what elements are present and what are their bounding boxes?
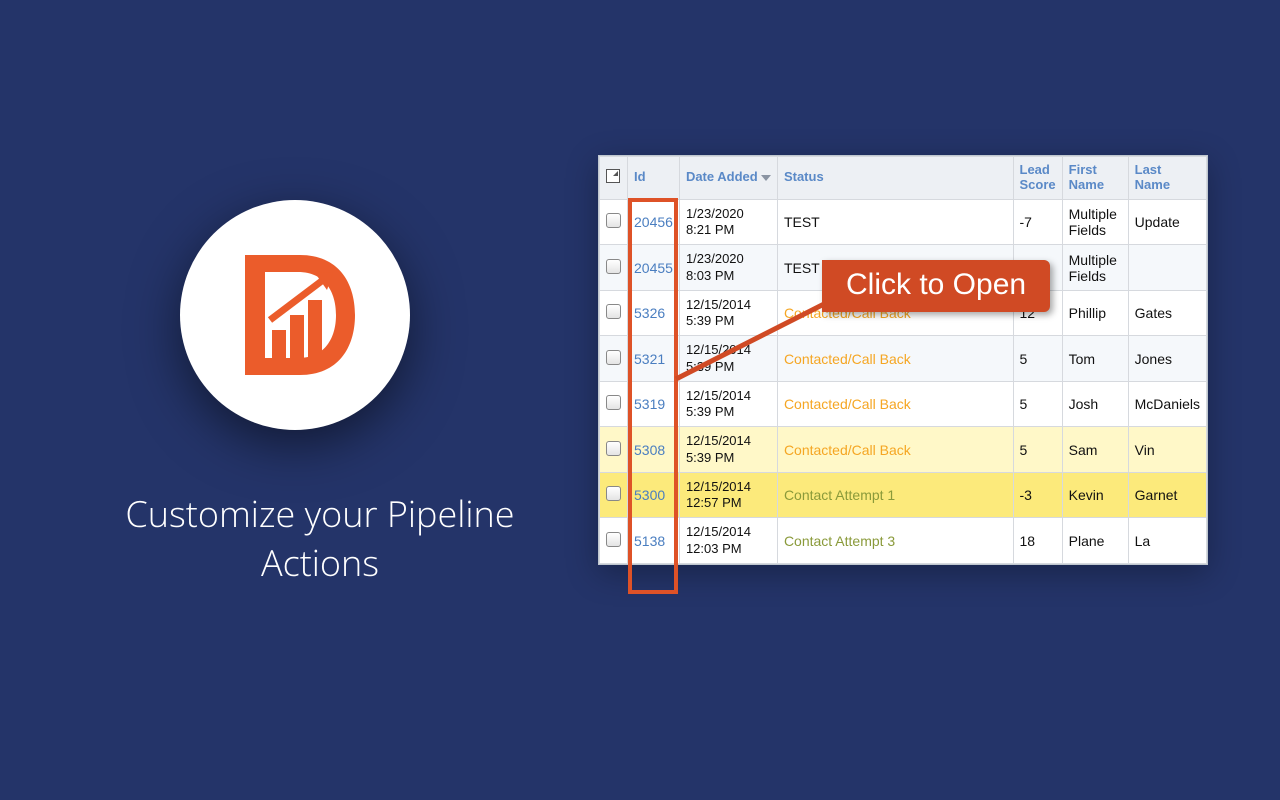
- col-header-date-added[interactable]: Date Added: [679, 157, 777, 200]
- lead-id-link[interactable]: 5326: [634, 305, 665, 321]
- row-id-cell: 5326: [628, 290, 680, 336]
- row-id-cell: 20456: [628, 199, 680, 245]
- row-last-name-cell: [1128, 245, 1206, 291]
- row-first-name-cell: Multiple Fields: [1062, 245, 1128, 291]
- row-date-cell: 12/15/2014 5:39 PM: [679, 381, 777, 427]
- row-checkbox[interactable]: [606, 304, 621, 319]
- row-checkbox[interactable]: [606, 213, 621, 228]
- row-status-cell: Contact Attempt 1: [777, 472, 1013, 518]
- col-header-lead-score[interactable]: Lead Score: [1013, 157, 1062, 200]
- col-header-id[interactable]: Id: [628, 157, 680, 200]
- row-lead-score-cell: 5: [1013, 427, 1062, 473]
- row-date-cell: 12/15/2014 5:39 PM: [679, 336, 777, 382]
- row-checkbox-cell: [600, 427, 628, 473]
- row-status-cell: Contact Attempt 3: [777, 518, 1013, 564]
- row-id-cell: 5138: [628, 518, 680, 564]
- row-checkbox-cell: [600, 472, 628, 518]
- row-checkbox-cell: [600, 199, 628, 245]
- row-first-name-cell: Plane: [1062, 518, 1128, 564]
- pencil-icon: [606, 169, 620, 183]
- row-id-cell: 5319: [628, 381, 680, 427]
- table-row: 5308 12/15/2014 5:39 PMContacted/Call Bac…: [600, 427, 1207, 473]
- row-checkbox[interactable]: [606, 441, 621, 456]
- row-lead-score-cell: -3: [1013, 472, 1062, 518]
- row-date-cell: 1/23/2020 8:21 PM: [679, 199, 777, 245]
- row-lead-score-cell: 5: [1013, 381, 1062, 427]
- row-date-cell: 12/15/2014 5:39 PM: [679, 427, 777, 473]
- table-row: 5300 12/15/2014 12:57 PMContact Attempt 1…: [600, 472, 1207, 518]
- sort-desc-icon: [761, 175, 771, 181]
- row-status-cell: Contacted/Call Back: [777, 381, 1013, 427]
- row-status-cell: Contacted/Call Back: [777, 427, 1013, 473]
- row-checkbox[interactable]: [606, 486, 621, 501]
- row-first-name-cell: Multiple Fields: [1062, 199, 1128, 245]
- row-last-name-cell: Garnet: [1128, 472, 1206, 518]
- lead-id-link[interactable]: 20456: [634, 214, 673, 230]
- row-date-cell: 12/15/2014 12:03 PM: [679, 518, 777, 564]
- col-header-edit[interactable]: [600, 157, 628, 200]
- row-last-name-cell: Update: [1128, 199, 1206, 245]
- row-id-cell: 20455: [628, 245, 680, 291]
- row-date-cell: 1/23/2020 8:03 PM: [679, 245, 777, 291]
- click-to-open-callout: Click to Open: [822, 260, 1050, 312]
- row-first-name-cell: Josh: [1062, 381, 1128, 427]
- lead-id-link[interactable]: 5321: [634, 351, 665, 367]
- row-last-name-cell: La: [1128, 518, 1206, 564]
- table-row: 5138 12/15/2014 12:03 PMContact Attempt 3…: [600, 518, 1207, 564]
- lead-id-link[interactable]: 5308: [634, 442, 665, 458]
- row-checkbox[interactable]: [606, 259, 621, 274]
- row-checkbox-cell: [600, 518, 628, 564]
- logo-icon: [220, 240, 370, 390]
- row-date-cell: 12/15/2014 5:39 PM: [679, 290, 777, 336]
- leads-table-card: Id Date Added Status Lead Score First Na…: [598, 155, 1208, 565]
- row-last-name-cell: McDaniels: [1128, 381, 1206, 427]
- row-checkbox[interactable]: [606, 532, 621, 547]
- row-lead-score-cell: 18: [1013, 518, 1062, 564]
- row-first-name-cell: Sam: [1062, 427, 1128, 473]
- row-checkbox-cell: [600, 245, 628, 291]
- row-last-name-cell: Jones: [1128, 336, 1206, 382]
- row-last-name-cell: Vin: [1128, 427, 1206, 473]
- row-lead-score-cell: 5: [1013, 336, 1062, 382]
- tagline: Customize your Pipeline Actions: [120, 490, 520, 587]
- table-row: 5321 12/15/2014 5:39 PMContacted/Call Bac…: [600, 336, 1207, 382]
- row-lead-score-cell: -7: [1013, 199, 1062, 245]
- brand-logo: [180, 200, 410, 430]
- row-id-cell: 5321: [628, 336, 680, 382]
- row-first-name-cell: Kevin: [1062, 472, 1128, 518]
- row-checkbox[interactable]: [606, 395, 621, 410]
- lead-id-link[interactable]: 5319: [634, 396, 665, 412]
- row-status-cell: Contacted/Call Back: [777, 336, 1013, 382]
- row-first-name-cell: Tom: [1062, 336, 1128, 382]
- row-checkbox-cell: [600, 290, 628, 336]
- table-row: 5319 12/15/2014 5:39 PMContacted/Call Bac…: [600, 381, 1207, 427]
- row-date-cell: 12/15/2014 12:57 PM: [679, 472, 777, 518]
- row-id-cell: 5308: [628, 427, 680, 473]
- row-id-cell: 5300: [628, 472, 680, 518]
- row-first-name-cell: Phillip: [1062, 290, 1128, 336]
- lead-id-link[interactable]: 5138: [634, 533, 665, 549]
- row-status-cell: TEST: [777, 199, 1013, 245]
- row-checkbox-cell: [600, 381, 628, 427]
- lead-id-link[interactable]: 5300: [634, 487, 665, 503]
- row-checkbox-cell: [600, 336, 628, 382]
- table-row: 20456 1/23/2020 8:21 PMTEST-7Multiple Fie…: [600, 199, 1207, 245]
- col-header-first-name[interactable]: First Name: [1062, 157, 1128, 200]
- lead-id-link[interactable]: 20455: [634, 260, 673, 276]
- col-header-status[interactable]: Status: [777, 157, 1013, 200]
- col-header-last-name[interactable]: Last Name: [1128, 157, 1206, 200]
- row-last-name-cell: Gates: [1128, 290, 1206, 336]
- row-checkbox[interactable]: [606, 350, 621, 365]
- leads-table: Id Date Added Status Lead Score First Na…: [599, 156, 1207, 564]
